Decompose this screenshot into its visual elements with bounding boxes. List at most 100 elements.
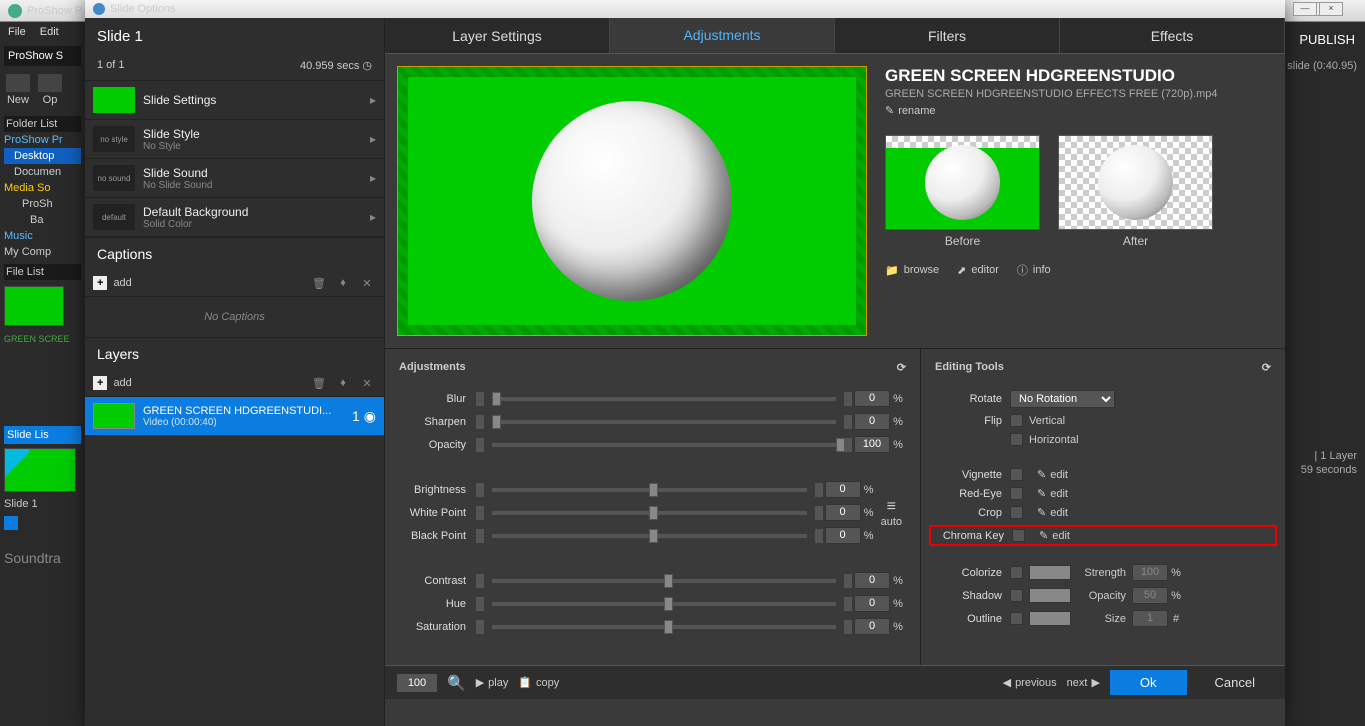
tab-layer-settings[interactable]: Layer Settings <box>385 18 610 53</box>
edit-menu[interactable]: Edit <box>40 26 59 38</box>
slider-min[interactable] <box>476 415 484 429</box>
slider-value[interactable]: 0 <box>825 481 861 498</box>
slider-min[interactable] <box>476 529 484 543</box>
option-row-3[interactable]: default Default BackgroundSolid Color ▸ <box>85 198 384 237</box>
redeye-edit-button[interactable]: ✎edit <box>1037 487 1068 500</box>
slider-value[interactable]: 0 <box>854 595 890 612</box>
strength-value[interactable]: 100 <box>1132 564 1168 581</box>
slider-thumb[interactable] <box>649 529 658 543</box>
slider-track[interactable] <box>492 511 807 515</box>
slider-thumb[interactable] <box>492 392 501 406</box>
tree-documents[interactable]: Documen <box>4 164 81 180</box>
slider-track[interactable] <box>492 534 807 538</box>
play-icon[interactable] <box>4 516 18 530</box>
after-thumb[interactable] <box>1058 135 1213 230</box>
rename-button[interactable]: ✎rename <box>885 104 1273 117</box>
tree-mycomp[interactable]: My Comp <box>4 244 81 260</box>
tree-desktop[interactable]: Desktop <box>4 148 81 164</box>
add-caption-icon[interactable]: + <box>93 276 107 290</box>
slider-max[interactable] <box>844 597 852 611</box>
play-button[interactable]: ▶play <box>476 676 509 689</box>
slider-max[interactable] <box>844 392 852 406</box>
zoom-icon[interactable]: 🔍 <box>447 674 466 692</box>
vignette-checkbox[interactable] <box>1010 468 1023 481</box>
slider-min[interactable] <box>476 574 484 588</box>
slider-value[interactable]: 0 <box>854 390 890 407</box>
slider-thumb[interactable] <box>649 483 658 497</box>
tab-adjustments[interactable]: Adjustments <box>610 18 835 53</box>
crop-edit-button[interactable]: ✎edit <box>1037 506 1068 519</box>
colorize-swatch[interactable] <box>1029 565 1071 580</box>
trash-icon[interactable]: 🗑 <box>310 274 328 292</box>
tree-prosh[interactable]: ProSh <box>4 196 81 212</box>
slider-thumb[interactable] <box>836 438 845 452</box>
slider-min[interactable] <box>476 620 484 634</box>
slider-value[interactable]: 0 <box>825 527 861 544</box>
cancel-button[interactable]: Cancel <box>1197 670 1273 695</box>
info-button[interactable]: ⓘinfo <box>1017 262 1051 278</box>
sort-icon[interactable]: ♦ <box>334 374 352 392</box>
tree-media[interactable]: Media So <box>4 180 81 196</box>
shadow-checkbox[interactable] <box>1010 589 1023 602</box>
browse-button[interactable]: 📁browse <box>885 262 939 278</box>
before-thumb[interactable] <box>885 135 1040 230</box>
slider-value[interactable]: 100 <box>854 436 890 453</box>
tree-ba[interactable]: Ba <box>4 212 81 228</box>
slider-track[interactable] <box>492 579 836 583</box>
option-row-0[interactable]: Slide Settings ▸ <box>85 81 384 120</box>
file-name[interactable]: GREEN SCREE <box>4 332 81 346</box>
slider-min[interactable] <box>476 506 484 520</box>
add-layer-label[interactable]: add <box>113 377 131 389</box>
copy-button[interactable]: 📋copy <box>518 676 559 689</box>
slider-track[interactable] <box>492 625 836 629</box>
open-button[interactable]: Op <box>38 92 62 108</box>
bg-close-icon[interactable]: × <box>1319 2 1343 16</box>
vignette-edit-button[interactable]: ✎edit <box>1037 468 1068 481</box>
slider-max[interactable] <box>844 415 852 429</box>
publish-tab[interactable]: PUBLISH <box>1299 32 1355 47</box>
chroma-checkbox[interactable] <box>1012 529 1025 542</box>
add-caption-label[interactable]: add <box>113 277 131 289</box>
tree-proshow[interactable]: ProShow Pr <box>4 132 81 148</box>
slider-max[interactable] <box>815 506 823 520</box>
slider-min[interactable] <box>476 392 484 406</box>
colorize-checkbox[interactable] <box>1010 566 1023 579</box>
editor-button[interactable]: ⬈editor <box>957 262 999 278</box>
preview-main[interactable] <box>397 66 867 336</box>
add-layer-icon[interactable]: + <box>93 376 107 390</box>
tools-icon[interactable]: ✕ <box>358 374 376 392</box>
slider-thumb[interactable] <box>664 597 673 611</box>
slider-min[interactable] <box>476 597 484 611</box>
slider-thumb[interactable] <box>649 506 658 520</box>
outline-swatch[interactable] <box>1029 611 1071 626</box>
new-button[interactable]: New <box>6 92 30 108</box>
auto-button[interactable]: ≡auto <box>877 498 906 528</box>
horizontal-checkbox[interactable] <box>1010 433 1023 446</box>
tab-filters[interactable]: Filters <box>835 18 1060 53</box>
file-menu[interactable]: File <box>8 26 26 38</box>
ok-button[interactable]: Ok <box>1110 670 1187 695</box>
tab-effects[interactable]: Effects <box>1060 18 1285 53</box>
bg-slide-thumb[interactable] <box>4 448 76 492</box>
slider-max[interactable] <box>844 620 852 634</box>
slider-value[interactable]: 0 <box>825 504 861 521</box>
slider-value[interactable]: 0 <box>854 413 890 430</box>
shadow-swatch[interactable] <box>1029 588 1071 603</box>
slider-min[interactable] <box>476 438 484 452</box>
next-button[interactable]: next▶ <box>1067 676 1100 689</box>
crop-checkbox[interactable] <box>1010 506 1023 519</box>
slider-track[interactable] <box>492 488 807 492</box>
slider-track[interactable] <box>492 420 836 424</box>
slider-min[interactable] <box>476 483 484 497</box>
slider-thumb[interactable] <box>664 574 673 588</box>
layer-row[interactable]: GREEN SCREEN HDGREENSTUDI... Video (00:0… <box>85 397 384 435</box>
reset-icon[interactable]: ⟳ <box>1262 361 1271 374</box>
slider-max[interactable] <box>815 483 823 497</box>
trash-icon[interactable]: 🗑 <box>310 374 328 392</box>
redeye-checkbox[interactable] <box>1010 487 1023 500</box>
eye-icon[interactable]: ◉ <box>364 408 376 425</box>
size-value[interactable]: 1 <box>1132 610 1168 627</box>
chroma-edit-button[interactable]: ✎edit <box>1039 529 1070 542</box>
slider-value[interactable]: 0 <box>854 618 890 635</box>
slider-value[interactable]: 0 <box>854 572 890 589</box>
